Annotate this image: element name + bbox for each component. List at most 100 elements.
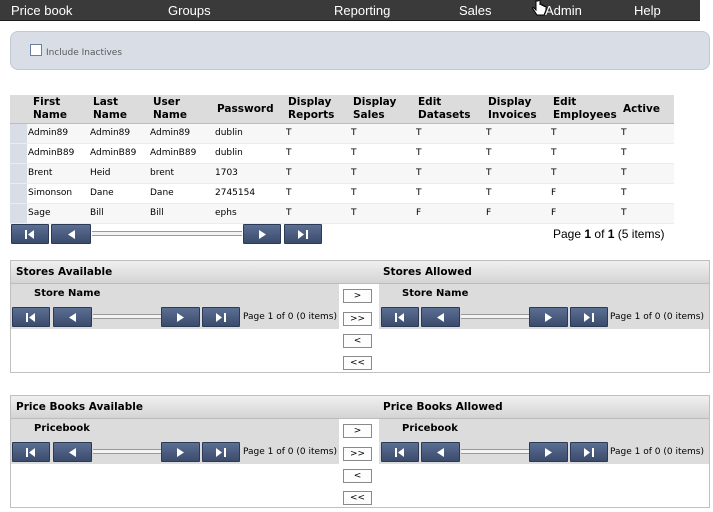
table-cell: T: [416, 148, 422, 158]
col-display-reports[interactable]: Display Reports: [288, 96, 334, 122]
stores-allowed-next-button[interactable]: [529, 307, 568, 327]
table-cell: Simonson: [28, 188, 73, 198]
row-selector[interactable]: [10, 184, 27, 203]
pricebooks-panel: Price Books Available Price Books Allowe…: [10, 395, 710, 508]
prev-page-icon: [69, 447, 76, 457]
pricebooks-move-all-left-button[interactable]: <<: [343, 491, 372, 505]
table-cell: Sage: [28, 208, 51, 218]
first-page-button[interactable]: [11, 224, 49, 244]
stores-available-next-button[interactable]: [161, 307, 200, 327]
prev-page-icon: [69, 312, 76, 322]
pricebooks-available-column[interactable]: Pricebook: [34, 423, 90, 434]
last-page-icon: [216, 447, 226, 457]
pricebooks-allowed-next-button[interactable]: [529, 442, 568, 462]
table-cell: T: [286, 168, 292, 178]
pricebooks-move-right-button[interactable]: >: [343, 424, 372, 438]
row-selector[interactable]: [10, 164, 27, 183]
table-row[interactable]: Simonson Dane Dane 2745154 T T T T F T: [10, 184, 674, 204]
stores-move-left-button[interactable]: <: [343, 334, 372, 348]
next-page-icon: [177, 447, 184, 457]
next-page-icon: [545, 447, 552, 457]
table-cell: T: [286, 128, 292, 138]
table-row[interactable]: Admin89 Admin89 Admin89 dublin T T T T T T: [10, 124, 674, 144]
table-cell: Admin89: [150, 128, 191, 138]
next-page-button[interactable]: [243, 224, 281, 244]
table-cell: Heid: [90, 168, 111, 178]
table-cell: T: [621, 168, 627, 178]
pricebooks-move-left-button[interactable]: <: [343, 469, 372, 483]
pricebooks-allowed-slider[interactable]: [461, 449, 529, 454]
stores-available-column[interactable]: Store Name: [34, 288, 100, 299]
table-cell: T: [621, 148, 627, 158]
stores-available-slider[interactable]: [93, 314, 161, 319]
stores-allowed-last-button[interactable]: [570, 307, 608, 327]
row-selector[interactable]: [10, 144, 27, 163]
stores-panel-header: Stores Available Stores Allowed: [11, 261, 709, 284]
table-cell: T: [486, 128, 492, 138]
pricebooks-available-first-button[interactable]: [12, 442, 50, 462]
prev-page-icon: [67, 229, 75, 239]
pricebooks-move-all-right-button[interactable]: >>: [343, 447, 372, 461]
include-inactives-checkbox[interactable]: [30, 44, 42, 56]
table-cell: T: [486, 168, 492, 178]
stores-move-all-left-button[interactable]: <<: [343, 356, 372, 370]
nav-sales[interactable]: Sales: [459, 3, 492, 18]
col-password[interactable]: Password: [217, 103, 274, 116]
nav-groups[interactable]: Groups: [168, 3, 211, 18]
pricebooks-allowed-prev-button[interactable]: [421, 442, 460, 462]
last-page-button[interactable]: [284, 224, 322, 244]
stores-available-first-button[interactable]: [12, 307, 50, 327]
pricebooks-available-last-button[interactable]: [202, 442, 240, 462]
pricebooks-panel-header: Price Books Available Price Books Allowe…: [11, 396, 709, 419]
page-slider[interactable]: [92, 231, 242, 236]
table-cell: brent: [150, 168, 174, 178]
col-display-invoices[interactable]: Display Invoices: [488, 96, 537, 122]
row-selector[interactable]: [10, 124, 27, 143]
table-cell: Dane: [150, 188, 174, 198]
stores-allowed-slider[interactable]: [461, 314, 529, 319]
table-cell: T: [286, 148, 292, 158]
table-cell: 2745154: [215, 188, 256, 198]
col-edit-employees[interactable]: Edit Employees: [553, 96, 617, 122]
stores-allowed-page-info: Page 1 of 0 (0 items): [610, 312, 704, 322]
table-row[interactable]: Brent Heid brent 1703 T T T T T T: [10, 164, 674, 184]
col-active[interactable]: Active: [623, 103, 660, 116]
nav-admin[interactable]: Admin: [545, 3, 582, 18]
stores-available-prev-button[interactable]: [53, 307, 92, 327]
col-first-name[interactable]: First Name: [33, 96, 67, 122]
top-nav: Price book Groups Reporting Sales Admin …: [0, 0, 700, 21]
stores-allowed-first-button[interactable]: [381, 307, 419, 327]
nav-price-book[interactable]: Price book: [11, 3, 72, 18]
stores-available-last-button[interactable]: [202, 307, 240, 327]
pricebooks-available-title: Price Books Available: [16, 401, 143, 413]
table-cell: T: [351, 208, 357, 218]
nav-reporting[interactable]: Reporting: [334, 3, 390, 18]
table-cell: Bill: [150, 208, 164, 218]
stores-allowed-column[interactable]: Store Name: [402, 288, 468, 299]
stores-move-right-button[interactable]: >: [343, 289, 372, 303]
stores-move-all-right-button[interactable]: >>: [343, 312, 372, 326]
table-row[interactable]: AdminB89 AdminB89 AdminB89 dublin T T T T T T: [10, 144, 674, 164]
pricebooks-allowed-last-button[interactable]: [570, 442, 608, 462]
row-selector[interactable]: [10, 204, 27, 223]
table-cell: Dane: [90, 188, 114, 198]
table-cell: 1703: [215, 168, 238, 178]
col-display-sales[interactable]: Display Sales: [353, 96, 396, 122]
nav-help[interactable]: Help: [634, 3, 661, 18]
pricebooks-allowed-page-info: Page 1 of 0 (0 items): [610, 447, 704, 457]
table-cell: F: [486, 208, 492, 218]
pricebooks-allowed-first-button[interactable]: [381, 442, 419, 462]
stores-allowed-prev-button[interactable]: [421, 307, 460, 327]
pricebooks-available-next-button[interactable]: [161, 442, 200, 462]
table-cell: T: [621, 188, 627, 198]
pricebooks-allowed-column[interactable]: Pricebook: [402, 423, 458, 434]
col-edit-datasets[interactable]: Edit Datasets: [418, 96, 471, 122]
col-last-name[interactable]: Last Name: [93, 96, 127, 122]
table-row[interactable]: Sage Bill Bill ephs T T F F F T: [10, 204, 674, 224]
stores-allowed-title: Stores Allowed: [383, 266, 472, 278]
pricebooks-available-prev-button[interactable]: [53, 442, 92, 462]
pricebooks-available-slider[interactable]: [93, 449, 161, 454]
pricebooks-allowed-list: Pricebook Page 1 of 0 (0 items): [379, 419, 709, 464]
col-user-name[interactable]: User Name: [153, 96, 187, 122]
prev-page-button[interactable]: [51, 224, 91, 244]
